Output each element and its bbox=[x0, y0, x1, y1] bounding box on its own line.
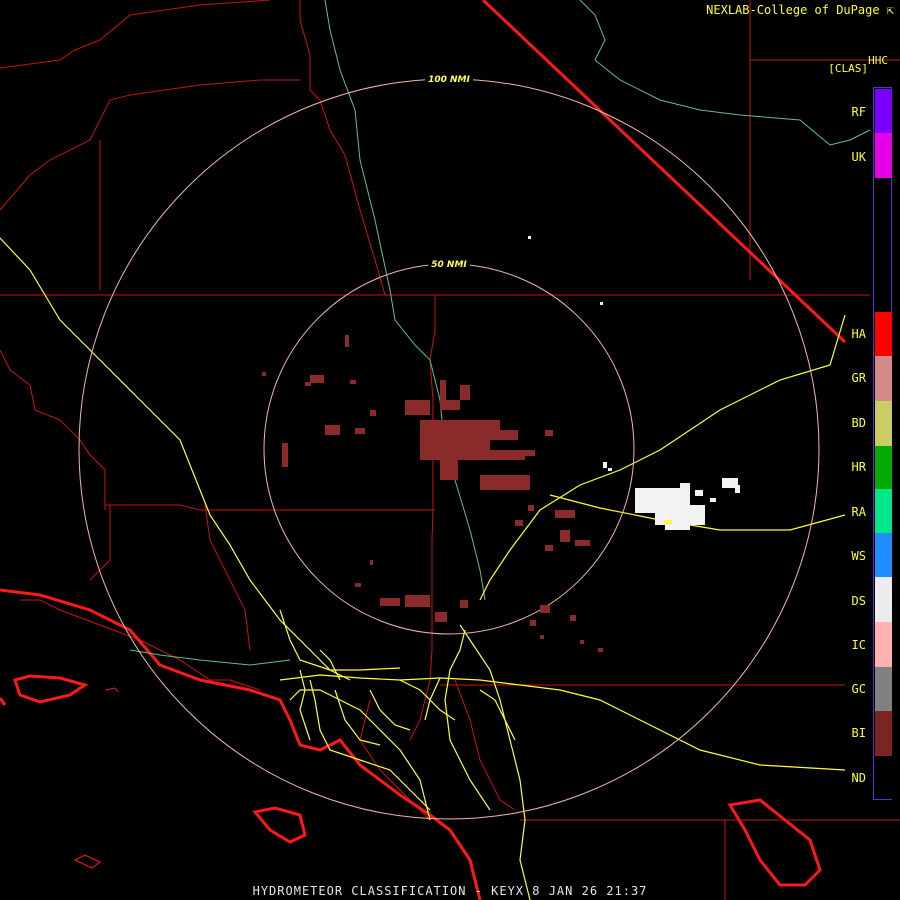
legend-swatch-bd bbox=[875, 401, 892, 446]
legend-label-ds: DS bbox=[851, 594, 866, 608]
radar-display: 100 NMI 50 NMI NEXLAB-College of DuPage … bbox=[0, 0, 900, 900]
legend-label-nd: ND bbox=[851, 771, 866, 785]
radar-returns-dry-snow bbox=[528, 236, 740, 530]
legend-label-hr: HR bbox=[851, 460, 866, 474]
legend-swatch-gc bbox=[875, 667, 892, 711]
legend-swatch-uk bbox=[875, 133, 892, 178]
legend-label-bd: BD bbox=[851, 416, 866, 430]
legend-swatch-ic bbox=[875, 622, 892, 667]
legend-swatch-rf bbox=[875, 89, 892, 133]
legend-swatch-ra bbox=[875, 489, 892, 533]
legend-label-ws: WS bbox=[851, 549, 866, 563]
highways bbox=[0, 237, 846, 900]
legend-swatch-ha bbox=[875, 312, 892, 356]
product-title: HYDROMETEOR CLASSIFICATION - KEYX 8 JAN … bbox=[252, 884, 648, 898]
product-code: HHC bbox=[868, 54, 888, 67]
radar-map[interactable]: 100 NMI 50 NMI bbox=[0, 0, 900, 900]
credit-label[interactable]: NEXLAB-College of DuPage ⇱ bbox=[706, 3, 894, 17]
range-ring-label-50: 50 NMI bbox=[431, 260, 467, 270]
legend-label-ha: HA bbox=[851, 327, 866, 341]
legend-label-gr: GR bbox=[851, 371, 866, 385]
legend-label-ic: IC bbox=[851, 638, 866, 652]
legend-label-gc: GC bbox=[851, 682, 866, 696]
legend-swatch-hr bbox=[875, 446, 892, 489]
legend-label-ra: RA bbox=[851, 505, 866, 519]
legend-label-uk: UK bbox=[851, 150, 866, 164]
legend-label-bi: BI bbox=[851, 726, 866, 740]
legend-color-bar bbox=[873, 87, 892, 800]
range-ring-label-100: 100 NMI bbox=[428, 75, 470, 85]
legend-swatch-ws bbox=[875, 533, 892, 577]
product-class: [CLAS] bbox=[828, 62, 868, 75]
small-islands bbox=[73, 687, 119, 869]
legend-swatch-ds bbox=[875, 577, 892, 622]
legend-swatch-bi bbox=[875, 711, 892, 756]
legend-swatch-nd bbox=[875, 756, 892, 799]
legend-label-rf: RF bbox=[851, 105, 866, 119]
site-marker bbox=[664, 520, 672, 524]
legend-swatch-gr bbox=[875, 356, 892, 401]
